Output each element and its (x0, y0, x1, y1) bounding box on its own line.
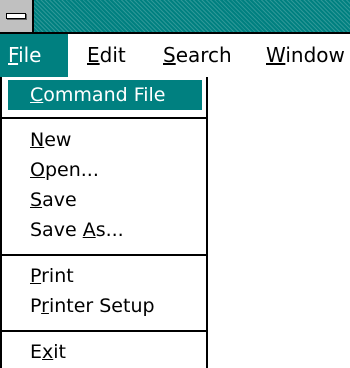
menu-item-label-pre: P (30, 295, 42, 317)
menu-item-accelerator: N (30, 129, 45, 151)
menu-item-open[interactable]: Open... (2, 155, 206, 185)
menu-item-label: pen... (44, 159, 99, 181)
menu-search[interactable]: Search (163, 34, 232, 77)
menu-separator (2, 254, 206, 256)
menu-item-save[interactable]: Save (2, 185, 206, 215)
menu-item-accelerator: x (42, 341, 54, 363)
menu-item-label: inter Setup (48, 295, 155, 317)
menu-item-label: s... (95, 219, 124, 241)
menu-item-print[interactable]: Print (2, 261, 206, 291)
menu-file-accelerator: F (8, 43, 19, 67)
menu-item-save-as[interactable]: Save As... (2, 215, 206, 245)
menu-item-label-pre: Save (30, 219, 83, 241)
menu-file[interactable]: File (0, 34, 68, 77)
menu-separator (2, 117, 206, 119)
menu-edit-label: dit (99, 43, 126, 67)
menu-item-label: it (53, 341, 66, 363)
menu-edit-accelerator: E (87, 43, 100, 67)
menu-search-accelerator: S (163, 43, 176, 67)
menu-item-label: rint (41, 265, 74, 287)
menu-item-accelerator: C (30, 84, 44, 106)
menu-item-command-file[interactable]: Command File (8, 80, 202, 110)
menu-window[interactable]: Window (266, 34, 345, 77)
window-control-menu-icon (6, 13, 26, 19)
menu-window-label: indow (285, 43, 345, 67)
system-menu-button[interactable] (0, 0, 34, 32)
menu-item-exit[interactable]: Exit (2, 337, 206, 367)
menu-bar: File Edit Search Window (0, 34, 350, 77)
menu-separator (2, 330, 206, 332)
menu-window-accelerator: W (266, 43, 286, 67)
menu-file-label: ile (18, 43, 42, 67)
menu-item-accelerator: A (82, 219, 96, 241)
file-dropdown-menu: Command File New Open... Save Save As...… (0, 77, 208, 368)
menu-item-accelerator: O (30, 159, 45, 181)
menu-item-accelerator: S (30, 189, 43, 211)
menu-item-accelerator: r (41, 295, 49, 317)
menu-item-printer-setup[interactable]: Printer Setup (2, 291, 206, 321)
menu-item-new[interactable]: New (2, 125, 206, 155)
menu-search-label: earch (175, 43, 232, 67)
menu-item-label: ave (42, 189, 77, 211)
menu-item-label: ommand File (43, 84, 166, 106)
menu-item-label-pre: E (30, 341, 43, 363)
menu-item-label: ew (44, 129, 72, 151)
menu-item-accelerator: P (30, 265, 42, 287)
title-bar[interactable] (0, 0, 350, 34)
application-window: File Edit Search Window Command File New… (0, 0, 350, 368)
menu-edit[interactable]: Edit (87, 34, 126, 77)
